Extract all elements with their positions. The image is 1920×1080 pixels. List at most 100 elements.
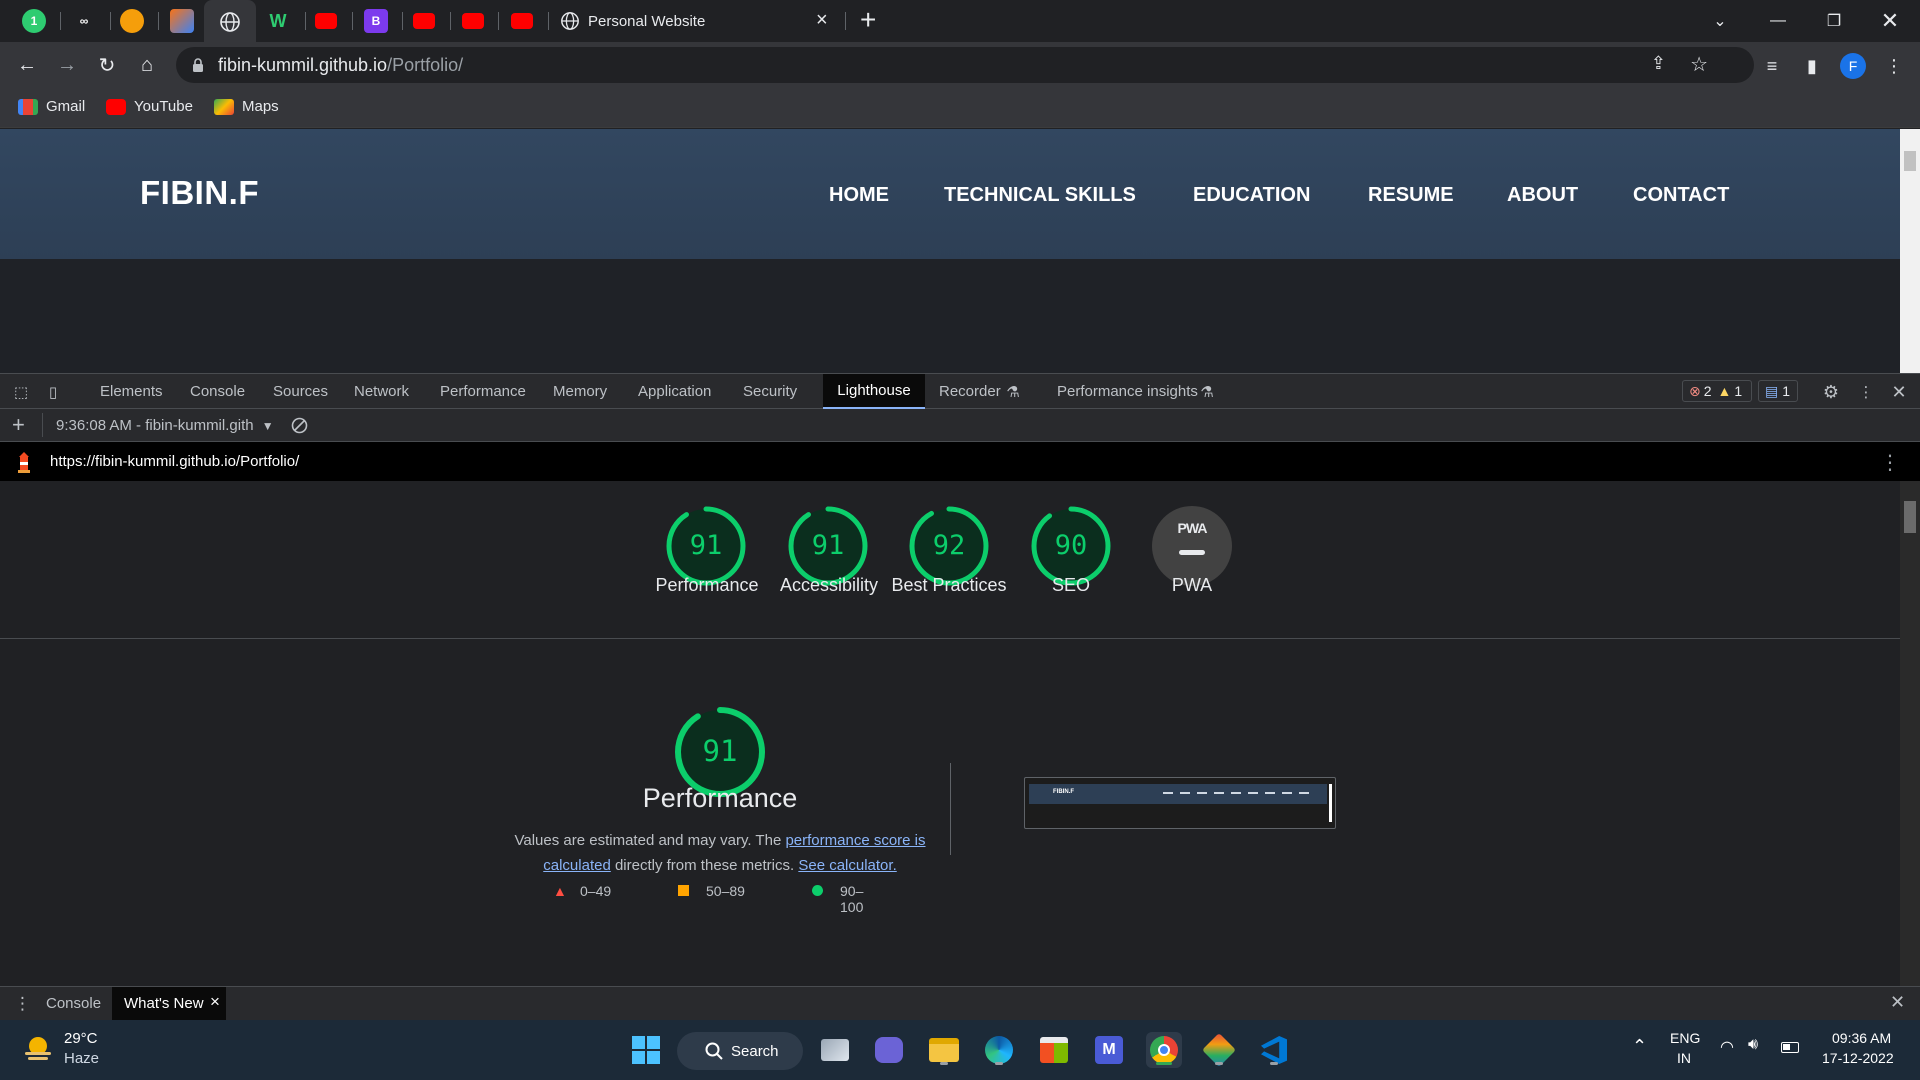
weather-widget[interactable] bbox=[22, 1032, 54, 1064]
report-selector[interactable]: 9:36:08 AM - fibin-kummil.gith ▼ bbox=[56, 417, 274, 434]
tab-favicon-whatsapp[interactable]: 1 bbox=[22, 9, 46, 33]
drawer-tab-console[interactable]: Console bbox=[46, 995, 101, 1012]
tab-console[interactable]: Console bbox=[190, 383, 245, 400]
inspect-element-icon[interactable]: ⬚ bbox=[12, 383, 30, 401]
forward-button[interactable]: → bbox=[52, 50, 82, 80]
tab-personal-website[interactable]: Personal Website × bbox=[552, 6, 842, 36]
devtools-menu-icon[interactable]: ⋮ bbox=[1857, 383, 1875, 401]
volume-icon[interactable]: 🔊︎ bbox=[1748, 1036, 1758, 1054]
git-button[interactable] bbox=[1201, 1032, 1237, 1068]
tab-sources[interactable]: Sources bbox=[273, 383, 328, 400]
tab-elements[interactable]: Elements bbox=[100, 383, 163, 400]
drawer-menu-icon[interactable]: ⋮ bbox=[14, 994, 31, 1014]
tab-search-chevron-icon[interactable]: ⌄ bbox=[1700, 6, 1740, 36]
tab-lighthouse[interactable]: Lighthouse bbox=[823, 374, 925, 409]
battery-icon[interactable] bbox=[1781, 1042, 1799, 1053]
drawer-tab-whats-new[interactable]: What's New × bbox=[112, 987, 226, 1021]
issues-badge[interactable]: ⊗ 2 ▲ 1 bbox=[1682, 380, 1752, 402]
tab-network[interactable]: Network bbox=[354, 383, 409, 400]
task-view-button[interactable] bbox=[817, 1032, 853, 1068]
tab-favicon-youtube[interactable] bbox=[412, 9, 436, 33]
nav-about[interactable]: ABOUT bbox=[1507, 184, 1578, 207]
tab-memory[interactable]: Memory bbox=[553, 383, 607, 400]
tab-favicon-youtube[interactable] bbox=[314, 9, 338, 33]
nav-contact[interactable]: CONTACT bbox=[1633, 184, 1729, 207]
share-icon[interactable]: ⇪ bbox=[1651, 53, 1666, 74]
media-queue-icon[interactable]: ≡ bbox=[1760, 54, 1784, 78]
reload-button[interactable]: ↻ bbox=[92, 50, 122, 80]
restore-button[interactable]: ❐ bbox=[1814, 6, 1854, 36]
site-logo[interactable]: FIBIN.F bbox=[140, 174, 259, 212]
file-explorer-button[interactable] bbox=[926, 1032, 962, 1068]
vs-code-alt-button[interactable]: M bbox=[1091, 1032, 1127, 1068]
teams-chat-button[interactable] bbox=[871, 1032, 907, 1068]
minimize-button[interactable]: — bbox=[1758, 6, 1798, 36]
vscode-button[interactable] bbox=[1256, 1032, 1292, 1068]
nav-resume[interactable]: RESUME bbox=[1368, 184, 1454, 207]
clock-date[interactable]: 17-12-2022 bbox=[1822, 1050, 1894, 1066]
chrome-button[interactable] bbox=[1146, 1032, 1182, 1068]
final-screenshot-thumbnail[interactable]: FIBIN.F bbox=[1024, 777, 1336, 829]
wifi-icon[interactable]: ◠ bbox=[1720, 1037, 1734, 1057]
microsoft-store-button[interactable] bbox=[1036, 1032, 1072, 1068]
nav-home[interactable]: HOME bbox=[829, 184, 889, 207]
tab-performance-insights[interactable]: Performance insights bbox=[1057, 383, 1198, 400]
kebab-menu-icon[interactable]: ⋮ bbox=[1882, 54, 1906, 78]
back-button[interactable]: ← bbox=[12, 50, 42, 80]
tab-active-globe[interactable] bbox=[204, 0, 256, 42]
lang-secondary[interactable]: IN bbox=[1677, 1050, 1691, 1066]
scrollbar-thumb[interactable] bbox=[1904, 501, 1916, 533]
report-menu-icon[interactable]: ⋮ bbox=[1880, 450, 1900, 475]
window-close-button[interactable]: ✕ bbox=[1870, 6, 1910, 36]
gauge-label-seo: SEO bbox=[1051, 575, 1090, 595]
tab-application[interactable]: Application bbox=[638, 383, 711, 400]
tab-security[interactable]: Security bbox=[743, 383, 797, 400]
drawer-tab-close-icon[interactable]: × bbox=[210, 992, 220, 1012]
tab-favicon-youtube[interactable] bbox=[510, 9, 534, 33]
lang-primary[interactable]: ENG bbox=[1670, 1030, 1700, 1046]
taskbar-search[interactable]: Search bbox=[677, 1032, 803, 1070]
clock-time[interactable]: 09:36 AM bbox=[1832, 1030, 1891, 1046]
active-indicator bbox=[1156, 1062, 1172, 1065]
profile-avatar[interactable]: F bbox=[1840, 53, 1866, 79]
tab-favicon-infinity[interactable]: ∞ bbox=[72, 9, 96, 33]
see-calculator-link[interactable]: See calculator. bbox=[798, 857, 896, 874]
clear-reports-icon[interactable] bbox=[291, 417, 308, 434]
tab-favicon-orange[interactable] bbox=[120, 9, 144, 33]
new-report-button[interactable]: + bbox=[12, 412, 25, 438]
home-button[interactable]: ⌂ bbox=[132, 50, 162, 80]
side-panel-icon[interactable]: ▮ bbox=[1800, 54, 1824, 78]
tab-favicon-youtube[interactable] bbox=[461, 9, 485, 33]
report-url[interactable]: https://fibin-kummil.github.io/Portfolio… bbox=[50, 453, 299, 470]
tab-close-icon[interactable]: × bbox=[816, 9, 828, 32]
edge-button[interactable] bbox=[981, 1032, 1017, 1068]
close-drawer-icon[interactable]: ✕ bbox=[1890, 992, 1905, 1013]
bookmark-star-icon[interactable]: ☆ bbox=[1690, 52, 1708, 77]
bookmark-gmail[interactable]: Gmail bbox=[18, 98, 85, 115]
tab-favicon-multicolor[interactable] bbox=[170, 9, 194, 33]
gauge-score: 91 bbox=[689, 530, 723, 561]
page-scrollbar[interactable] bbox=[1900, 129, 1920, 373]
start-button[interactable] bbox=[628, 1032, 664, 1068]
folder-icon bbox=[929, 1038, 959, 1062]
address-bar[interactable]: fibin-kummil.github.io/Portfolio/ ⇪ ☆ bbox=[176, 47, 1754, 83]
bookmark-maps[interactable]: Maps bbox=[214, 98, 279, 115]
report-scrollbar[interactable] bbox=[1900, 481, 1920, 986]
tab-favicon-b[interactable]: B bbox=[364, 9, 388, 33]
tab-performance[interactable]: Performance bbox=[440, 383, 526, 400]
close-devtools-icon[interactable]: ✕ bbox=[1890, 382, 1908, 402]
nav-technical-skills[interactable]: TECHNICAL SKILLS bbox=[944, 184, 1136, 207]
tray-chevron-icon[interactable]: ⌃ bbox=[1632, 1036, 1647, 1057]
settings-gear-icon[interactable]: ⚙ bbox=[1822, 382, 1840, 402]
tab-favicon-w[interactable]: W bbox=[266, 9, 290, 33]
device-toolbar-icon[interactable]: ▯ bbox=[44, 383, 62, 401]
tab-recorder[interactable]: Recorder bbox=[939, 383, 1001, 400]
bookmark-youtube[interactable]: YouTube bbox=[106, 98, 193, 115]
nav-education[interactable]: EDUCATION bbox=[1193, 184, 1310, 207]
maps-icon bbox=[214, 98, 234, 115]
url-host: fibin-kummil.github.io bbox=[218, 54, 388, 75]
desc-text-1: Values are estimated and may vary. The bbox=[514, 832, 786, 849]
new-tab-button[interactable]: + bbox=[860, 4, 876, 36]
scrollbar-thumb[interactable] bbox=[1904, 151, 1916, 171]
messages-badge[interactable]: ▤ 1 bbox=[1758, 380, 1798, 402]
